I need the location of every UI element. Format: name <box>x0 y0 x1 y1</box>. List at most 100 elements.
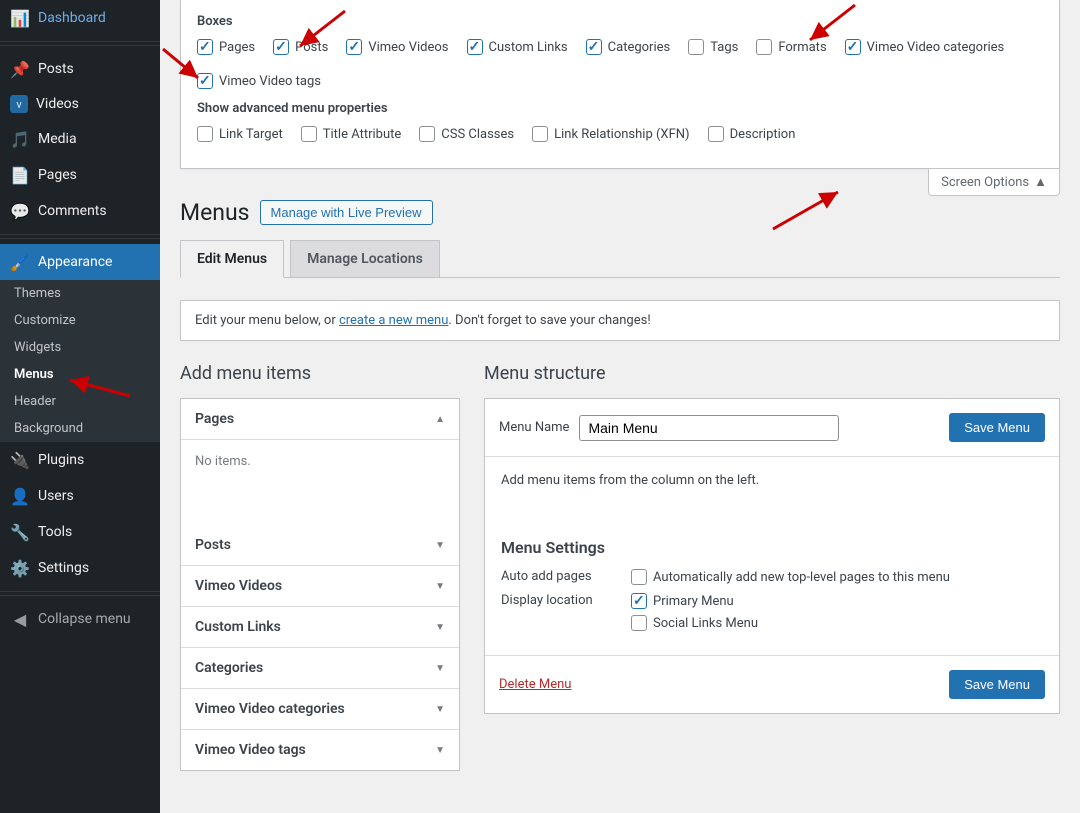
accordion: Pages▲ No items. Posts▼Vimeo Videos▼Cust… <box>180 398 460 771</box>
acc-categories[interactable]: Categories ▼ <box>181 647 459 688</box>
notice-text: Edit your menu below, or <box>195 313 339 328</box>
caret-down-icon: ▼ <box>435 663 445 674</box>
box-formats[interactable]: Formats <box>756 39 826 55</box>
primary-text: Primary Menu <box>653 594 734 609</box>
acc-pages[interactable]: Pages ▲ <box>181 399 459 439</box>
nav-media[interactable]: 🎵Media <box>0 121 160 157</box>
subnav-background[interactable]: Background <box>0 415 160 442</box>
nav-collapse[interactable]: ◀ Collapse menu <box>0 601 160 637</box>
admin-sidebar: 📊Dashboard 📌Posts vVideos 🎵Media 📄Pages … <box>0 0 160 813</box>
adv-css-classes[interactable]: CSS Classes <box>419 126 514 142</box>
subnav-header[interactable]: Header <box>0 388 160 415</box>
acc-title: Categories <box>195 660 263 676</box>
nav-videos[interactable]: v Videos <box>0 87 160 121</box>
nav-posts[interactable]: 📌Posts <box>0 51 160 87</box>
nav-settings[interactable]: ⚙️Settings <box>0 550 160 586</box>
box-tags[interactable]: Tags <box>688 39 738 55</box>
acc-vimeo-videos[interactable]: Vimeo Videos ▼ <box>181 565 459 606</box>
acc-title: Pages <box>195 411 234 427</box>
structure-hint: Add menu items from the column on the le… <box>501 473 1043 488</box>
subnav-customize[interactable]: Customize <box>0 307 160 334</box>
add-items-heading: Add menu items <box>180 363 460 384</box>
cb-label: Pages <box>219 40 255 55</box>
menu-tabs: Edit Menus Manage Locations <box>180 240 1060 278</box>
adv-link-relationship-(xfn)[interactable]: Link Relationship (XFN) <box>532 126 689 142</box>
subnav-widgets[interactable]: Widgets <box>0 334 160 361</box>
cb-label: Vimeo Videos <box>368 40 448 55</box>
acc-pages-body: No items. <box>181 439 459 525</box>
box-categories[interactable]: Categories <box>586 39 671 55</box>
nav-label: Media <box>38 131 77 147</box>
acc-vimeo-video-categories[interactable]: Vimeo Video categories▼ <box>181 688 459 729</box>
acc-vimeo-video-tags[interactable]: Vimeo Video tags▼ <box>181 729 459 770</box>
tab-edit-menus[interactable]: Edit Menus <box>180 240 284 278</box>
nav-label: Appearance <box>38 254 112 270</box>
cb-label: Formats <box>778 40 826 55</box>
nav-label: Plugins <box>38 452 84 468</box>
brush-icon: 🖌️ <box>10 252 30 272</box>
nav-label: Videos <box>36 96 79 112</box>
nav-users[interactable]: 👤Users <box>0 478 160 514</box>
nav-label: Comments <box>38 203 107 219</box>
collapse-icon: ◀ <box>10 609 30 629</box>
acc-title: Vimeo Videos <box>195 578 282 594</box>
social-menu-checkbox[interactable]: Social Links Menu <box>631 615 758 631</box>
no-items-text: No items. <box>195 454 251 469</box>
boxes-row: Pages Posts Vimeo Videos Custom Links Catego… <box>197 39 1043 89</box>
nav-label: Tools <box>38 524 72 540</box>
cb-label: Posts <box>295 40 328 55</box>
acc-custom-links[interactable]: Custom Links▼ <box>181 606 459 647</box>
pin-icon: 📌 <box>10 59 30 79</box>
adv-link-target[interactable]: Link Target <box>197 126 283 142</box>
caret-down-icon: ▼ <box>435 581 445 592</box>
video-icon: v <box>10 95 28 113</box>
appearance-submenu: Themes Customize Widgets Menus Header Ba… <box>0 280 160 442</box>
save-menu-button-top[interactable]: Save Menu <box>949 413 1045 442</box>
nav-appearance[interactable]: 🖌️ Appearance <box>0 244 160 280</box>
screen-options-toggle[interactable]: Screen Options ▲ <box>928 169 1060 196</box>
adv-title-attribute[interactable]: Title Attribute <box>301 126 402 142</box>
box-pages[interactable]: Pages <box>197 39 255 55</box>
acc-posts[interactable]: Posts ▼ <box>181 525 459 565</box>
box-custom-links[interactable]: Custom Links <box>467 39 568 55</box>
auto-add-text: Automatically add new top-level pages to… <box>653 570 950 585</box>
create-menu-link[interactable]: create a new menu <box>339 313 448 328</box>
acc-title: Posts <box>195 537 231 553</box>
nav-plugins[interactable]: 🔌 Plugins <box>0 442 160 478</box>
pages-icon: 📄 <box>10 165 30 185</box>
plugins-icon: 🔌 <box>10 450 30 470</box>
users-icon: 👤 <box>10 486 30 506</box>
box-vimeo-video-tags[interactable]: Vimeo Video tags <box>197 73 321 89</box>
cb-label: Tags <box>710 40 738 55</box>
caret-down-icon: ▼ <box>435 540 445 551</box>
notice-text: . Don't forget to save your changes! <box>448 313 650 328</box>
save-menu-button-bottom[interactable]: Save Menu <box>949 670 1045 699</box>
subnav-menus[interactable]: Menus <box>0 361 160 388</box>
live-preview-button[interactable]: Manage with Live Preview <box>260 200 433 225</box>
nav-label: Collapse menu <box>38 611 131 627</box>
dashboard-icon: 📊 <box>10 8 30 28</box>
auto-add-checkbox[interactable]: Automatically add new top-level pages to… <box>631 569 950 585</box>
cb-label: Custom Links <box>489 40 568 55</box>
auto-add-label: Auto add pages <box>501 569 611 584</box>
caret-up-icon: ▲ <box>435 414 445 425</box>
box-vimeo-video-categories[interactable]: Vimeo Video categories <box>845 39 1005 55</box>
primary-menu-checkbox[interactable]: Primary Menu <box>631 593 758 609</box>
nav-pages[interactable]: 📄Pages <box>0 157 160 193</box>
display-location-label: Display location <box>501 593 611 608</box>
tab-manage-locations[interactable]: Manage Locations <box>290 240 440 277</box>
caret-down-icon: ▼ <box>435 745 445 756</box>
box-vimeo-videos[interactable]: Vimeo Videos <box>346 39 448 55</box>
nav-comments[interactable]: 💬 Comments <box>0 193 160 229</box>
caret-down-icon: ▼ <box>435 622 445 633</box>
box-posts[interactable]: Posts <box>273 39 328 55</box>
nav-label: Dashboard <box>38 10 106 26</box>
menu-name-input[interactable] <box>579 415 839 441</box>
subnav-themes[interactable]: Themes <box>0 280 160 307</box>
adv-description[interactable]: Description <box>708 126 796 142</box>
delete-menu-link[interactable]: Delete Menu <box>499 677 571 692</box>
nav-tools[interactable]: 🔧Tools <box>0 514 160 550</box>
cb-label: Link Target <box>219 127 283 142</box>
nav-dashboard[interactable]: 📊 Dashboard <box>0 0 160 36</box>
comments-icon: 💬 <box>10 201 30 221</box>
